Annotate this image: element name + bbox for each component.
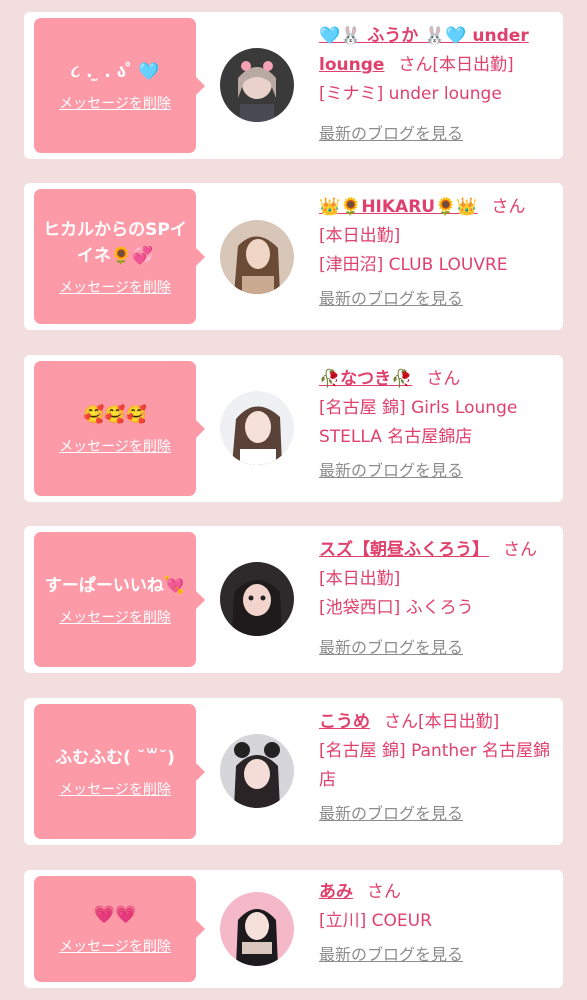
delete-message-link[interactable]: メッセージを削除 bbox=[59, 936, 171, 956]
honorific: さん bbox=[384, 712, 418, 732]
latest-blog-link[interactable]: 最新のブログを見る bbox=[319, 940, 463, 969]
cast-name-link[interactable]: こうめ bbox=[319, 712, 370, 732]
latest-blog-link[interactable]: 最新のブログを見る bbox=[319, 284, 463, 313]
message-bubble: 💗💗 メッセージを削除 bbox=[34, 876, 205, 982]
message-bubble: ふむふむ( ˘꒳˘) メッセージを削除 bbox=[34, 704, 205, 839]
shop-name: [立川] COEUR bbox=[319, 911, 432, 931]
message-card: 💗💗 メッセージを削除 あみ さん [立川] COEUR 最新のブログを見る bbox=[24, 870, 563, 988]
delete-message-link[interactable]: メッセージを削除 bbox=[59, 779, 171, 799]
message-card: 🥰🥰🥰 メッセージを削除 🥀なつき🥀 さん [名古屋 錦] Girls Loung… bbox=[24, 355, 563, 502]
honorific: さん bbox=[503, 540, 537, 560]
message-list: ૮ . ̫ . ა ̊ 🩵 メッセージを削除 🩵🐰 ふうか 🐰🩵 under l… bbox=[0, 0, 587, 1000]
message-text: ૮ . ̫ . ა ̊ 🩵 bbox=[70, 61, 160, 82]
shop-name: [池袋西口] ふくろう bbox=[319, 598, 474, 618]
work-status: [本日出勤] bbox=[319, 569, 401, 589]
message-card: すーぱーいいね💘 メッセージを削除 スズ【朝昼ふくろう】 さん [本日出勤] [池袋… bbox=[24, 526, 563, 673]
message-text: ヒカルからのSPイイネ🌻💞 bbox=[43, 219, 187, 266]
honorific: さん bbox=[398, 55, 433, 75]
cast-info: こうめ さん[本日出勤] [名古屋 錦] Panther 名古屋錦店 最新のブログ… bbox=[319, 708, 555, 829]
delete-message-link[interactable]: メッセージを削除 bbox=[59, 93, 171, 113]
work-status: [本日出勤] bbox=[418, 712, 500, 732]
message-text: すーぱーいいね💘 bbox=[44, 575, 186, 596]
honorific: さん bbox=[426, 369, 461, 389]
avatar[interactable] bbox=[220, 391, 294, 465]
latest-blog-link[interactable]: 最新のブログを見る bbox=[319, 799, 463, 828]
message-card: ふむふむ( ˘꒳˘) メッセージを削除 こうめ さん[本日出勤] [名古屋 錦] … bbox=[24, 698, 563, 845]
honorific: さん bbox=[491, 197, 526, 217]
message-text: ふむふむ( ˘꒳˘) bbox=[55, 747, 175, 768]
cast-info: 👑🌻HIKARU🌻👑 さん [本日出勤] [津田沼] CLUB LOUVRE 最新… bbox=[319, 193, 555, 314]
latest-blog-link[interactable]: 最新のブログを見る bbox=[319, 119, 463, 148]
avatar[interactable] bbox=[220, 562, 294, 636]
cast-info: 🩵🐰 ふうか 🐰🩵 under lounge さん[本日出勤] [ミナミ] und… bbox=[319, 22, 555, 149]
shop-name: [津田沼] CLUB LOUVRE bbox=[319, 255, 508, 275]
latest-blog-link[interactable]: 最新のブログを見る bbox=[319, 456, 463, 485]
cast-info: スズ【朝昼ふくろう】 さん [本日出勤] [池袋西口] ふくろう 最新のブログを見る bbox=[319, 536, 555, 663]
avatar[interactable] bbox=[220, 734, 294, 808]
latest-blog-link[interactable]: 最新のブログを見る bbox=[319, 633, 463, 662]
avatar[interactable] bbox=[220, 892, 294, 966]
message-card: ヒカルからのSPイイネ🌻💞 メッセージを削除 👑🌻HIKARU🌻👑 さん [本日出… bbox=[24, 183, 563, 330]
message-text: 🥰🥰🥰 bbox=[83, 404, 147, 425]
cast-name-link[interactable]: スズ【朝昼ふくろう】 bbox=[319, 540, 489, 560]
work-status: [本日出勤] bbox=[319, 226, 401, 246]
delete-message-link[interactable]: メッセージを削除 bbox=[59, 436, 171, 456]
message-bubble: 🥰🥰🥰 メッセージを削除 bbox=[34, 361, 205, 496]
avatar[interactable] bbox=[220, 220, 294, 294]
cast-name-link[interactable]: あみ bbox=[319, 882, 353, 902]
avatar[interactable] bbox=[220, 48, 294, 122]
cast-name-link[interactable]: 🥀なつき🥀 bbox=[319, 369, 412, 389]
message-text: 💗💗 bbox=[93, 905, 137, 925]
shop-name: [名古屋 錦] Girls Lounge STELLA 名古屋錦店 bbox=[319, 398, 518, 447]
delete-message-link[interactable]: メッセージを削除 bbox=[59, 277, 171, 297]
message-bubble: ૮ . ̫ . ა ̊ 🩵 メッセージを削除 bbox=[34, 18, 205, 153]
cast-info: あみ さん [立川] COEUR 最新のブログを見る bbox=[319, 878, 555, 970]
message-bubble: すーぱーいいね💘 メッセージを削除 bbox=[34, 532, 205, 667]
work-status: [本日出勤] bbox=[432, 55, 514, 75]
shop-name: [ミナミ] under lounge bbox=[319, 84, 502, 104]
honorific: さん bbox=[367, 882, 401, 902]
cast-info: 🥀なつき🥀 さん [名古屋 錦] Girls Lounge STELLA 名古屋錦… bbox=[319, 365, 555, 486]
message-card: ૮ . ̫ . ა ̊ 🩵 メッセージを削除 🩵🐰 ふうか 🐰🩵 under l… bbox=[24, 12, 563, 159]
delete-message-link[interactable]: メッセージを削除 bbox=[59, 607, 171, 627]
shop-name: [名古屋 錦] Panther 名古屋錦店 bbox=[319, 741, 551, 790]
cast-name-link[interactable]: 👑🌻HIKARU🌻👑 bbox=[319, 197, 477, 217]
message-bubble: ヒカルからのSPイイネ🌻💞 メッセージを削除 bbox=[34, 189, 205, 324]
